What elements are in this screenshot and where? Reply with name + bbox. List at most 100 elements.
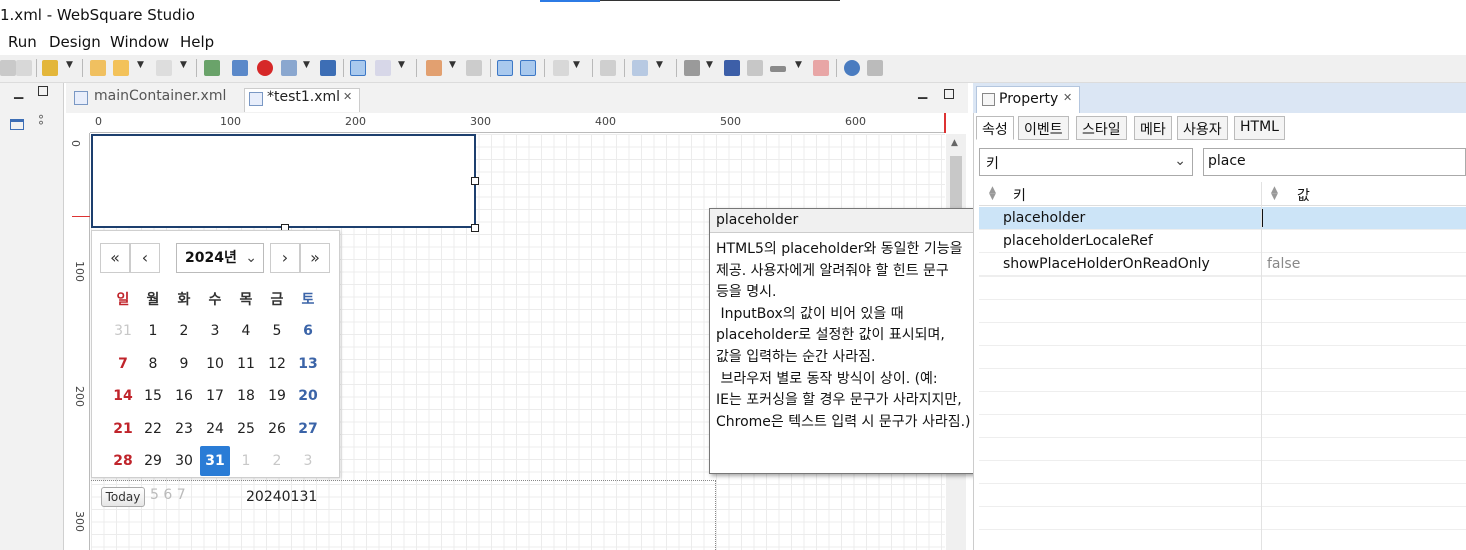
ruler-icon[interactable] xyxy=(770,66,786,72)
calendar-day[interactable]: 24 xyxy=(200,414,230,444)
calendar-day[interactable]: 5 xyxy=(262,316,292,346)
qr-icon[interactable] xyxy=(320,60,336,76)
menu-help[interactable]: Help xyxy=(180,33,214,51)
device-icon[interactable] xyxy=(553,60,569,76)
layout-icon[interactable] xyxy=(0,60,16,76)
calendar-day[interactable]: 23 xyxy=(169,414,199,444)
tab-main-container[interactable]: mainContainer.xml xyxy=(72,88,242,112)
key-select[interactable]: 키 ⌄ xyxy=(979,148,1193,176)
tab-meta[interactable]: 메타 xyxy=(1134,116,1172,140)
calendar-day[interactable]: 3 xyxy=(293,446,323,476)
calendar-day[interactable]: 3 xyxy=(200,316,230,346)
minimize-icon[interactable]: ▁ xyxy=(918,85,927,99)
close-icon[interactable]: ✕ xyxy=(343,90,352,103)
link-icon[interactable] xyxy=(426,60,442,76)
dropdown-arrow-icon[interactable]: ▼ xyxy=(573,60,583,76)
today-button[interactable]: Today xyxy=(101,487,145,507)
forward-icon[interactable] xyxy=(156,60,172,76)
property-search-input[interactable]: place xyxy=(1203,148,1466,176)
calendar-day[interactable]: 26 xyxy=(262,414,292,444)
calendar-day[interactable]: 1 xyxy=(231,446,261,476)
dropdown-arrow-icon[interactable]: ▼ xyxy=(656,60,666,76)
calendar-day[interactable]: 16 xyxy=(169,381,199,411)
calendar-day[interactable]: 21 xyxy=(108,414,138,444)
marquee-icon[interactable] xyxy=(497,60,513,76)
property-row[interactable]: placeholder xyxy=(979,207,1466,230)
calendar-day[interactable]: 8 xyxy=(138,349,168,379)
last-year-button[interactable]: » xyxy=(300,243,330,273)
calendar-day[interactable]: 9 xyxy=(169,349,199,379)
calendar-day[interactable]: 6 xyxy=(293,316,323,346)
calendar-day[interactable]: 25 xyxy=(231,414,261,444)
outline-view-icon[interactable] xyxy=(10,119,24,130)
tab-html[interactable]: HTML xyxy=(1234,116,1285,140)
split-icon[interactable] xyxy=(16,60,32,76)
calendar-day[interactable]: 19 xyxy=(262,381,292,411)
globe-icon[interactable] xyxy=(844,60,860,76)
column-key[interactable]: 키 xyxy=(1013,185,1026,205)
tab-attributes[interactable]: 속성 xyxy=(976,116,1014,140)
dropdown-arrow-icon[interactable]: ▼ xyxy=(66,60,76,76)
layers-icon[interactable] xyxy=(724,60,740,76)
settings-icon[interactable] xyxy=(867,60,883,76)
table-icon[interactable] xyxy=(813,60,829,76)
grid-select-icon[interactable] xyxy=(375,60,391,76)
next-month-button[interactable]: › xyxy=(270,243,300,273)
dropdown-arrow-icon[interactable]: ▼ xyxy=(180,60,190,76)
menu-run[interactable]: Run xyxy=(8,33,37,51)
align-icon[interactable] xyxy=(520,60,536,76)
resize-handle[interactable] xyxy=(471,177,479,185)
calendar-day[interactable]: 2 xyxy=(169,316,199,346)
dropdown-arrow-icon[interactable]: ▼ xyxy=(795,60,805,76)
selected-inputbox[interactable] xyxy=(91,134,479,232)
dropdown-arrow-icon[interactable]: ▼ xyxy=(449,60,459,76)
calendar-day[interactable]: 1 xyxy=(138,316,168,346)
undo-icon[interactable] xyxy=(90,60,106,76)
calendar-day[interactable]: 14 xyxy=(108,381,138,411)
calendar-day[interactable]: 4 xyxy=(231,316,261,346)
calendar-day[interactable]: 28 xyxy=(108,446,138,476)
close-icon[interactable]: ✕ xyxy=(1063,91,1072,104)
calendar-day[interactable]: 29 xyxy=(138,446,168,476)
comment-icon[interactable] xyxy=(747,60,763,76)
browser-icon[interactable] xyxy=(281,60,297,76)
tab-style[interactable]: 스타일 xyxy=(1076,116,1127,140)
property-row[interactable]: showPlaceHolderOnReadOnly false xyxy=(979,253,1466,276)
scroll-up-icon[interactable]: ▲ xyxy=(951,138,958,148)
tab-user[interactable]: 사용자 xyxy=(1177,116,1228,140)
calendar-day[interactable]: 13 xyxy=(293,349,323,379)
maximize-icon[interactable] xyxy=(944,89,954,99)
calendar-day[interactable]: 31 xyxy=(200,446,230,477)
column-value[interactable]: 값 xyxy=(1297,185,1310,205)
calendar-day[interactable]: 22 xyxy=(138,414,168,444)
calendar-day[interactable]: 15 xyxy=(138,381,168,411)
calendar-day[interactable]: 31 xyxy=(108,316,138,346)
grid-icon[interactable] xyxy=(684,60,700,76)
tab-property[interactable]: Property ✕ xyxy=(976,86,1080,113)
calendar-day[interactable]: 27 xyxy=(293,414,323,444)
preview-icon[interactable] xyxy=(232,60,248,76)
calendar-day[interactable]: 12 xyxy=(262,349,292,379)
dropdown-arrow-icon[interactable]: ▼ xyxy=(706,60,716,76)
dropdown-arrow-icon[interactable]: ▼ xyxy=(303,60,313,76)
dropdown-arrow-icon[interactable]: ▼ xyxy=(137,60,147,76)
first-year-button[interactable]: « xyxy=(100,243,130,273)
calendar-day[interactable]: 2 xyxy=(262,446,292,476)
sort-icon[interactable]: ▲ ▼ xyxy=(1271,186,1278,202)
dropdown-arrow-icon[interactable]: ▼ xyxy=(398,60,408,76)
calendar-day[interactable]: 11 xyxy=(231,349,261,379)
property-value[interactable]: false xyxy=(1267,256,1300,272)
calendar-day[interactable]: 20 xyxy=(293,381,323,411)
property-row[interactable]: placeholderLocaleRef xyxy=(979,230,1466,253)
tab-events[interactable]: 이벤트 xyxy=(1018,116,1069,140)
minimize-icon[interactable]: ▁ xyxy=(14,85,23,99)
year-select[interactable]: 2024년 ⌄ xyxy=(176,243,264,273)
record-icon[interactable] xyxy=(257,60,273,76)
unlink-icon[interactable] xyxy=(466,60,482,76)
calendar-day[interactable]: 18 xyxy=(231,381,261,411)
maximize-icon[interactable] xyxy=(38,86,48,96)
new-window-icon[interactable] xyxy=(204,60,220,76)
calendar-day[interactable]: 30 xyxy=(169,446,199,476)
resize-handle[interactable] xyxy=(471,224,479,232)
tree-view-icon[interactable]: ° ° xyxy=(38,114,44,132)
